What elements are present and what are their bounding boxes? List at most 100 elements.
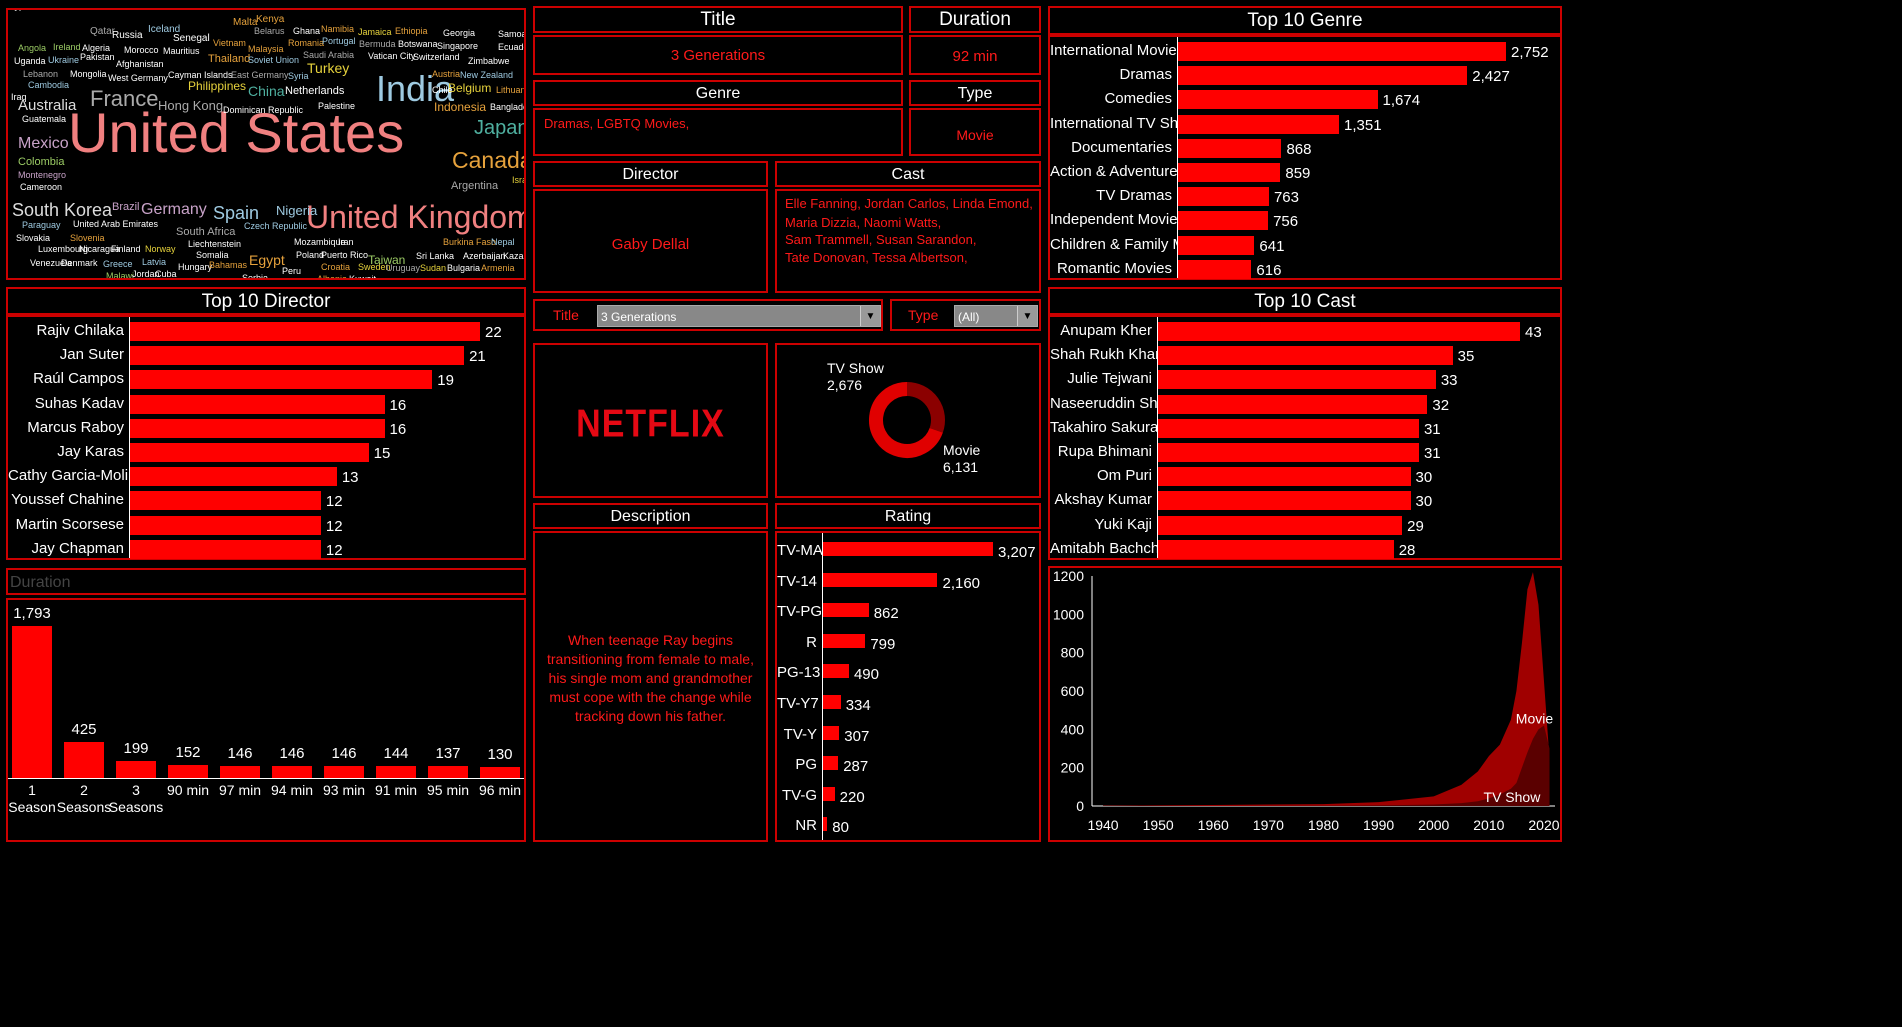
rating-chart-panel: TV-MA 3,207 TV-14 2,160 TV-PG 862 R 799 PG-13 490…: [775, 531, 1041, 842]
country-label: Bermuda: [359, 38, 396, 49]
bar-label: TV-G: [781, 786, 817, 804]
bar: [823, 695, 841, 709]
bar-label: TV-PG: [777, 603, 823, 621]
bar: [130, 418, 385, 438]
bar-label: International TV Sh..: [1050, 114, 1187, 132]
duration-card: 92 min: [909, 35, 1041, 75]
country-label: Canada: [452, 147, 524, 174]
y-tick-label: 200: [1061, 760, 1085, 776]
country-label: Burkina Faso: [443, 236, 497, 247]
country-label: New Zealand: [460, 69, 514, 80]
bar: [130, 322, 480, 341]
bar: [823, 633, 866, 648]
country-label: Nigeria: [276, 203, 318, 219]
bar-label: Youssef Chahine: [11, 491, 124, 509]
country-label: Colombia: [18, 156, 65, 169]
bar-label: Om Puri: [1096, 467, 1152, 485]
country-label: Mongolia: [70, 68, 107, 79]
duration-chart: 1,793 1 Season 425 2 Seasons 199 3 Seasons 152 90 …: [8, 600, 524, 840]
bar-value-label: 2,752: [1511, 44, 1549, 61]
rating-header: Rating: [775, 503, 1041, 529]
country-label: Senegal: [173, 33, 210, 44]
bar-value-label: 1,351: [1344, 116, 1382, 134]
bar-label: R: [806, 633, 817, 651]
country-label: Russia: [112, 30, 143, 41]
country-label: Ukraine: [48, 54, 80, 65]
bar-value-label: 16: [389, 420, 407, 438]
bar-value-label: 799: [870, 635, 896, 653]
x-tick-label: 1990: [1363, 817, 1394, 833]
country-label: Uganda: [14, 55, 46, 66]
country-wordcloud-panel: United StatesIndiaUnited KingdomCanadaJa…: [6, 8, 526, 280]
donut-slice: [906, 382, 945, 433]
bar: [823, 664, 849, 679]
country-label: Peru: [282, 265, 302, 276]
title-filter-select[interactable]: 3 Generations ▼: [597, 305, 881, 327]
rating-chart: TV-MA 3,207 TV-14 2,160 TV-PG 862 R 799 PG-13 490…: [777, 533, 1039, 840]
bar-label: TV-Y7: [777, 695, 819, 712]
country-label: Soviet Union: [248, 54, 300, 65]
duration-value: 92 min: [952, 48, 998, 65]
country-label: Japan: [474, 117, 524, 139]
area-series-movie: [1103, 572, 1550, 806]
bar: [823, 756, 839, 771]
country-label: Spain: [213, 202, 260, 223]
top-director-header: Top 10 Director: [6, 287, 526, 315]
bar: [1178, 211, 1269, 231]
bar: [1178, 66, 1468, 86]
bar-value-label: 12: [325, 517, 343, 535]
country-label: Singapore: [437, 40, 479, 51]
bar-label: Anupam Kher: [1060, 322, 1152, 339]
bar-value-label: 1,793: [13, 605, 51, 622]
country-label: Malawi: [106, 270, 135, 278]
country-label: Azerbaijan: [463, 250, 506, 261]
country-label: Cameroon: [20, 181, 63, 192]
y-tick-label: 800: [1061, 645, 1085, 661]
bar: [130, 467, 337, 487]
x-tick-label: 95 min: [426, 782, 470, 798]
cast-line: Sam Trammell, Susan Sarandon,: [785, 232, 977, 247]
bar: [1158, 322, 1520, 341]
bar-label: PG-13: [777, 664, 821, 682]
chevron-down-icon[interactable]: ▼: [860, 306, 880, 326]
description-card: When teenage Ray begins transitioning fr…: [533, 531, 768, 842]
top-director-panel: Rajiv Chilaka 22 Jan Suter 21 Raúl Campos 19 S…: [6, 315, 526, 560]
bar: [12, 626, 52, 778]
country-label: Samoa: [498, 28, 524, 39]
description-value: When teenage Ray begins transitioning fr…: [547, 632, 754, 724]
country-label: Belarus: [254, 25, 285, 36]
top-genre-chart: International Movies 2,752 Dramas 2,427 Come…: [1050, 37, 1560, 279]
country-label: France: [90, 86, 159, 112]
country-label: Pakistan: [80, 51, 115, 62]
bar-value-label: 144: [383, 744, 409, 762]
bar-label: Julie Tejwani: [1067, 370, 1152, 388]
x-tick-label: Seasons: [108, 799, 164, 815]
bar-label: Comedies: [1104, 90, 1172, 108]
duration-chart-panel: 1,793 1 Season 425 2 Seasons 199 3 Seasons 152 90 …: [6, 598, 526, 842]
country-label: Morocco: [124, 44, 159, 55]
country-label: Syria: [288, 70, 309, 81]
country-label: Turkey: [307, 60, 350, 77]
genre-value: Dramas, LGBTQ Movies,: [544, 116, 690, 131]
bar: [1178, 114, 1340, 134]
x-tick-label: 2: [80, 782, 88, 798]
bar: [1178, 163, 1281, 182]
title-value: 3 Generations: [670, 47, 766, 64]
country-label: Poland: [296, 249, 325, 260]
genre-header: Genre: [533, 80, 903, 106]
x-tick-label: 1980: [1308, 817, 1339, 833]
bar-label: Martin Scorsese: [15, 515, 124, 533]
chevron-down-icon[interactable]: ▼: [1017, 306, 1037, 326]
x-tick-label: 3: [132, 782, 140, 798]
bar: [130, 443, 369, 462]
x-tick-label: 1: [28, 782, 36, 798]
country-label: West Germany: [108, 72, 168, 83]
donut-slice-name: TV Show: [827, 360, 885, 376]
bar: [1158, 346, 1453, 366]
top-cast-header: Top 10 Cast: [1048, 287, 1562, 315]
bar-label: Jan Suter: [59, 346, 124, 364]
type-filter-select[interactable]: (All) ▼: [954, 305, 1038, 327]
y-tick-label: 1000: [1053, 606, 1084, 622]
country-label: Kazakhstan: [503, 250, 524, 261]
bar-value-label: 425: [71, 720, 97, 738]
